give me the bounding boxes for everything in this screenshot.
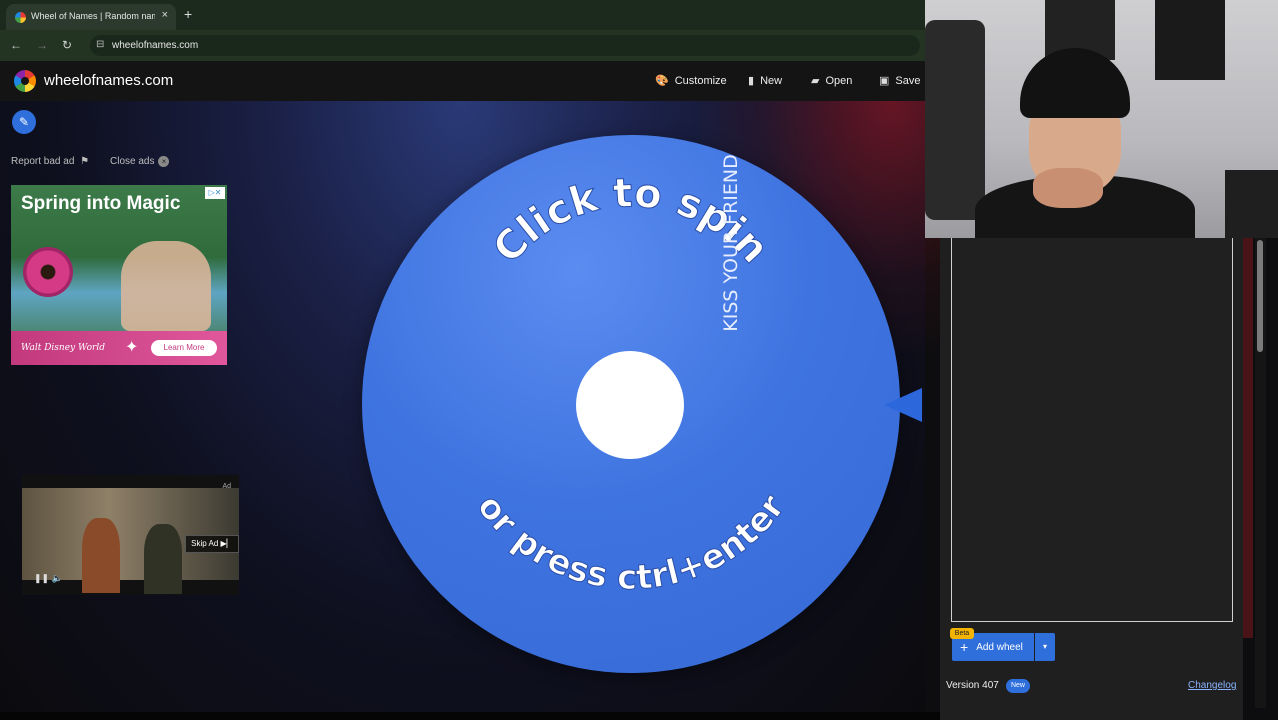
forward-icon[interactable]: → (36, 38, 48, 52)
display-ad[interactable]: Spring into Magic ▷✕ Walt Disney World ✦… (11, 185, 227, 365)
panel-edge (1243, 238, 1253, 638)
close-ads-link[interactable]: Close ads × (110, 156, 170, 167)
webcam-background (1225, 170, 1278, 238)
new-badge: New (1006, 679, 1030, 693)
ad-brand: Walt Disney World (21, 343, 105, 353)
folder-icon: ▰ (811, 75, 820, 87)
video-person (144, 524, 182, 594)
version-text: Version 407 (946, 680, 999, 691)
changelog-link[interactable]: Changelog (1188, 680, 1236, 691)
reload-icon[interactable]: ↻ (62, 38, 72, 52)
wheel-pointer-icon (884, 388, 922, 422)
browser-tab[interactable]: Wheel of Names | Random nam × (6, 4, 176, 30)
add-wheel-label: Add wheel (976, 641, 1023, 653)
skip-ad-button[interactable]: Skip Ad ▶▏ (185, 535, 239, 553)
tab-close-icon[interactable]: × (162, 9, 168, 21)
favicon-icon (15, 12, 26, 23)
wheel-hub[interactable] (576, 351, 684, 459)
video-controls[interactable]: ❚❚ 🔈 (34, 573, 63, 584)
close-icon: × (158, 156, 170, 167)
save-label: Save (895, 74, 921, 87)
webcam-background (1155, 0, 1225, 80)
file-icon: ▮ (748, 75, 755, 87)
ad-headline: Spring into Magic (21, 193, 181, 214)
ad-choices-icon[interactable]: ▷✕ (205, 187, 225, 199)
webcam-person (1033, 168, 1103, 208)
ctrl-enter-label: or press ctrl+enter (469, 487, 794, 599)
back-icon[interactable]: ← (10, 38, 22, 52)
new-label: New (760, 74, 783, 87)
add-wheel-dropdown-icon[interactable]: ▾ (1035, 633, 1055, 661)
wheel-entry: KISS YOUR FRIEND (720, 154, 742, 331)
ad-footer: Walt Disney World ✦ Learn More (11, 331, 227, 365)
customize-button[interactable]: 🎨 Customize (655, 74, 727, 88)
palette-icon: 🎨 (655, 75, 669, 87)
report-bad-ad-label: Report bad ad (11, 156, 75, 167)
wheel-logo-icon[interactable] (14, 70, 36, 92)
site-settings-icon[interactable]: ⊟ (96, 39, 104, 50)
new-button[interactable]: ▮ New (748, 74, 783, 88)
sparkle-icon: ✦ (125, 339, 139, 356)
ad-people-image (121, 241, 211, 331)
tab-title: Wheel of Names | Random nam (31, 11, 155, 21)
video-ad[interactable]: Ad Skip Ad ▶▏ ❚❚ 🔈 (22, 475, 239, 595)
ad-label: Ad (222, 483, 231, 490)
new-tab-button[interactable]: + (184, 6, 192, 22)
open-label: Open (825, 74, 853, 87)
scrollbar-thumb[interactable] (1257, 240, 1263, 352)
video-person (82, 518, 120, 593)
webcam-overlay (925, 0, 1278, 238)
edit-pencil-icon[interactable]: ✎ (12, 110, 36, 134)
url-field[interactable]: ⊟ wheelofnames.com (90, 35, 920, 56)
plus-icon: + (960, 639, 969, 655)
close-ads-label: Close ads (110, 156, 155, 167)
url-text: wheelofnames.com (112, 40, 199, 51)
open-button[interactable]: ▰ Open (811, 74, 853, 88)
entries-textarea[interactable] (951, 238, 1233, 622)
ctrl-enter-text: or press ctrl+enter (469, 487, 793, 598)
learn-more-button[interactable]: Learn More (151, 340, 217, 356)
flag-icon: ⚑ (80, 156, 90, 167)
report-bad-ad-link[interactable]: Report bad ad ⚑ (11, 156, 89, 167)
beta-badge: Beta (950, 628, 974, 639)
bottom-edge (0, 712, 940, 720)
video-frame (22, 488, 239, 594)
save-icon: ▣ (879, 75, 890, 87)
site-name[interactable]: wheelofnames.com (44, 72, 173, 89)
ad-flower-image (23, 247, 73, 297)
save-button[interactable]: ▣ Save (879, 74, 921, 88)
webcam-background (925, 20, 985, 220)
customize-label: Customize (674, 74, 727, 87)
